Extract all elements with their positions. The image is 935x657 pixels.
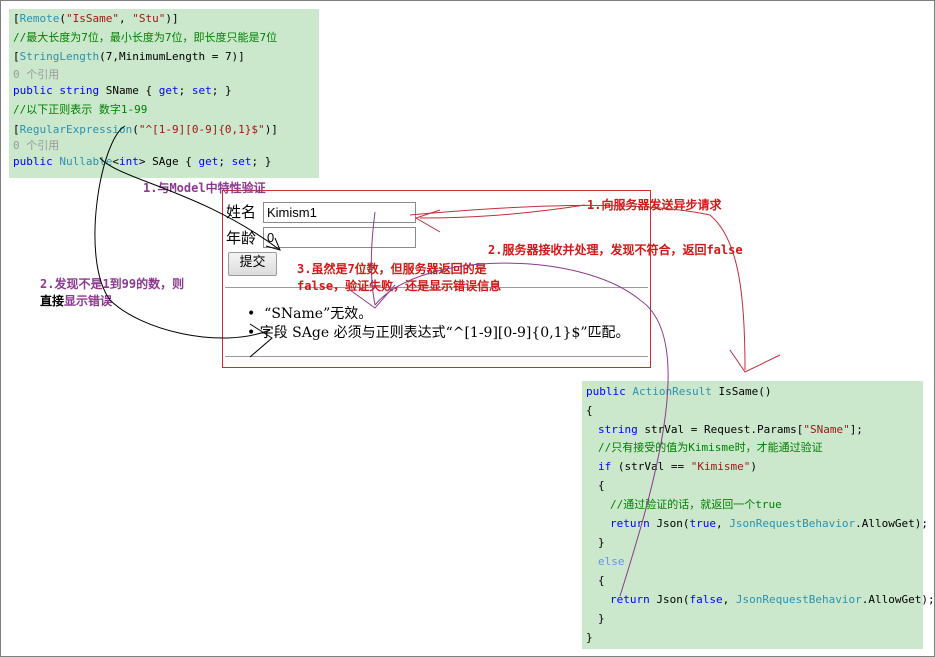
arrowhead [249,323,273,358]
arrow-false-to-name [370,211,376,306]
arrowhead [729,349,781,373]
arrow-false-to-form [374,262,669,597]
arrow-request-to-server [409,205,746,371]
arrow-model-to-name-field [99,157,281,251]
annotation-arrows [94,125,781,597]
arrow-regex-to-error [94,125,271,339]
arrow-async-label [419,204,586,219]
